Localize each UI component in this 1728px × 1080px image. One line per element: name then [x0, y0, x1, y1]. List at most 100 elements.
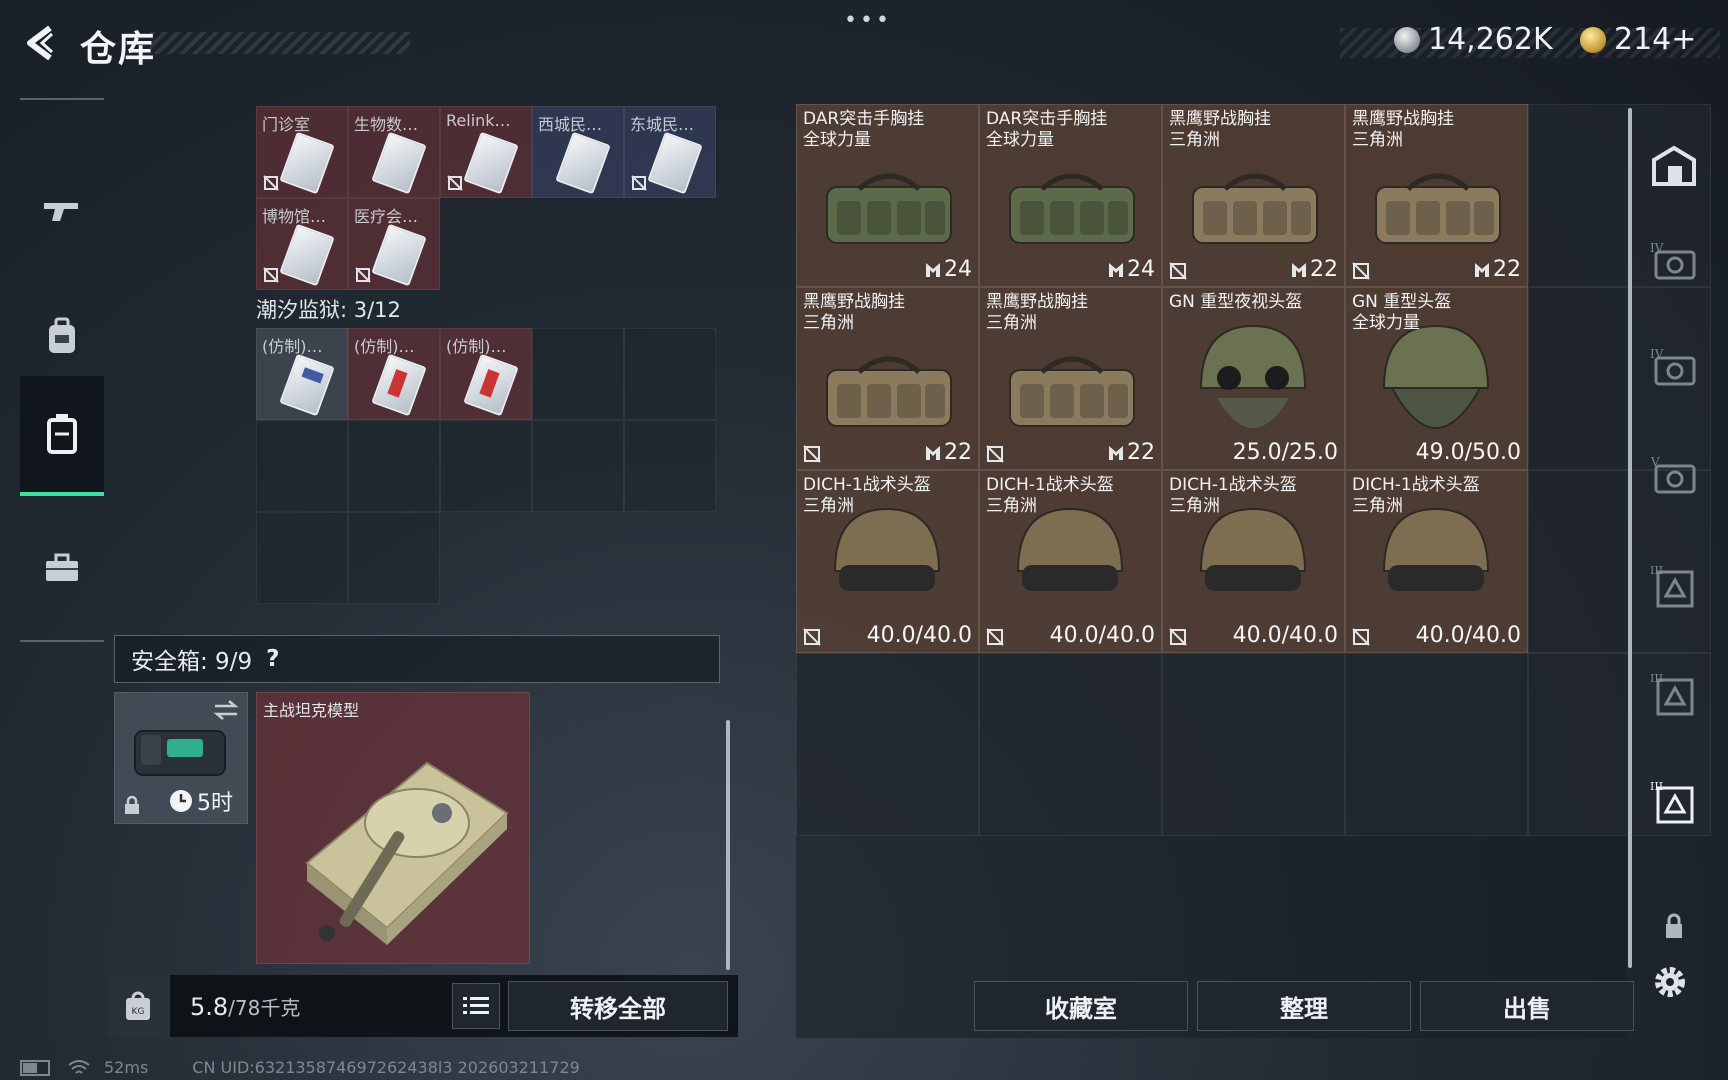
gold-currency-value: 214+ [1614, 22, 1697, 57]
safebox-header: 安全箱: 9/9 ? [114, 635, 720, 683]
back-arrow-icon[interactable] [22, 24, 58, 62]
list-view-button[interactable] [452, 983, 500, 1029]
prison-keycard-slot[interactable]: (仿制)… [256, 328, 348, 420]
stash-item[interactable]: GN 重型夜视头盔 25.0/25.0 [1162, 287, 1345, 470]
stash-item[interactable]: DICH-1战术头盔 三角洲 40.0/40.0 [1162, 470, 1345, 653]
chest-rig-image [1375, 173, 1501, 244]
stash-tab-main-icon[interactable] [1648, 140, 1700, 192]
keycard-slot[interactable]: 生物数… [348, 106, 440, 198]
stash-tab-III-2-icon[interactable]: III [1648, 670, 1700, 722]
empty-slot[interactable] [348, 512, 440, 604]
weight-max: /78千克 [228, 995, 301, 1020]
empty-stash-slot[interactable] [1345, 653, 1528, 836]
capacity-icon [1475, 262, 1489, 277]
no-drop-icon [631, 175, 647, 191]
capacity-icon [926, 445, 940, 460]
left-category-nav [20, 98, 104, 642]
keycard-slot[interactable]: 门诊室 [256, 106, 348, 198]
stash-item-value-text: 24 [1127, 257, 1155, 282]
stash-item-name: DAR突击手胸挂 全球力量 [803, 109, 925, 150]
empty-slot[interactable] [256, 420, 348, 512]
prison-keycard-grid: (仿制)… (仿制)… (仿制)… [256, 328, 716, 604]
organize-button[interactable]: 整理 [1197, 981, 1411, 1031]
stash-tab-III-3-icon[interactable]: III [1648, 778, 1700, 830]
safebox-container[interactable]: 5时 [114, 692, 248, 824]
empty-slot[interactable] [532, 420, 624, 512]
svg-text:KG: KG [132, 1007, 145, 1017]
collection-room-button[interactable]: 收藏室 [974, 981, 1188, 1031]
stash-item-value-text: 22 [1127, 440, 1155, 465]
stash-scrollbar[interactable] [1628, 108, 1632, 968]
nav-weapons[interactable] [20, 150, 104, 270]
empty-slot[interactable] [256, 512, 348, 604]
weight-lock-button[interactable]: KG [106, 975, 170, 1037]
stash-item[interactable]: GN 重型头盔 全球力量 49.0/50.0 [1345, 287, 1528, 470]
swap-icon[interactable] [213, 699, 239, 721]
empty-stash-slot[interactable] [1162, 653, 1345, 836]
stash-item[interactable]: DAR突击手胸挂 全球力量 24 [796, 104, 979, 287]
prison-keycard-slot[interactable]: (仿制)… [440, 328, 532, 420]
stash-tab-V-icon[interactable]: V [1648, 452, 1700, 504]
nav-chest-rig[interactable] [20, 376, 104, 496]
chest-rig-image [1009, 173, 1135, 244]
keycard-icon [647, 131, 703, 195]
capacity-icon [926, 262, 940, 277]
capacity-icon [1109, 262, 1123, 277]
no-drop-icon [263, 175, 279, 191]
keycard-label: 门诊室 [262, 115, 311, 134]
prison-section-label: 潮汐监狱: 3/12 [256, 298, 401, 322]
stash-item[interactable]: DAR突击手胸挂 全球力量 24 [979, 104, 1162, 287]
empty-stash-slot[interactable] [979, 653, 1162, 836]
stash-item[interactable]: DICH-1战术头盔 三角洲 40.0/40.0 [979, 470, 1162, 653]
stash-item[interactable]: 黑鹰野战胸挂 三角洲 22 [979, 287, 1162, 470]
safebox-timer-value: 5时 [197, 791, 233, 816]
stash-item[interactable]: 黑鹰野战胸挂 三角洲 22 [1162, 104, 1345, 287]
stash-item-name: 黑鹰野战胸挂 三角洲 [1352, 109, 1454, 150]
stash-item[interactable]: 黑鹰野战胸挂 三角洲 22 [796, 287, 979, 470]
empty-stash-slot[interactable] [796, 653, 979, 836]
keycard-slot[interactable]: 医疗会… [348, 198, 440, 290]
keycard-grid: 门诊室 生物数… Relink… 西城民… 东城民… 博物馆… 医疗会… [256, 106, 716, 290]
helmet-image [1199, 507, 1307, 591]
settings-gear-icon[interactable] [1650, 962, 1690, 1002]
keycard-slot[interactable]: 博物馆… [256, 198, 348, 290]
left-scrollbar[interactable] [726, 720, 730, 970]
help-icon[interactable]: ? [266, 646, 279, 672]
menu-dots-button[interactable]: ••• [844, 8, 892, 33]
stash-tab-IV-1-icon[interactable]: IV [1648, 238, 1700, 290]
prison-keycard-slot[interactable]: (仿制)… [348, 328, 440, 420]
list-icon [463, 997, 489, 1014]
stash-item-name: 黑鹰野战胸挂 三角洲 [986, 292, 1088, 333]
keycard-slot[interactable]: 西城民… [532, 106, 624, 198]
keycard-slot[interactable]: Relink… [440, 106, 532, 198]
stash-item-value-text: 22 [1493, 257, 1521, 282]
gold-coin-icon [1580, 26, 1606, 53]
svg-text:IV: IV [1650, 347, 1664, 361]
stash-item[interactable]: DICH-1战术头盔 三角洲 40.0/40.0 [796, 470, 979, 653]
transfer-all-button[interactable]: 转移全部 [508, 981, 728, 1031]
stash-item[interactable]: 黑鹰野战胸挂 三角洲 22 [1345, 104, 1528, 287]
stash-tab-III-1-icon[interactable]: III [1648, 562, 1700, 614]
empty-slot[interactable] [440, 420, 532, 512]
stash-tab-IV-2-icon[interactable]: IV [1648, 344, 1700, 396]
empty-slot[interactable] [624, 328, 716, 420]
keycard-slot[interactable]: 东城民… [624, 106, 716, 198]
stash-item-value: 22 [1473, 257, 1521, 282]
no-drop-icon [1352, 262, 1370, 280]
stash-item-name: DICH-1战术头盔 三角洲 [1169, 475, 1297, 516]
empty-slot[interactable] [624, 420, 716, 512]
sell-button[interactable]: 出售 [1420, 981, 1634, 1031]
status-bar: 52ms CN UID:632135874697262438l3 2026032… [20, 1058, 580, 1077]
stash-item-value-text: 49.0/50.0 [1415, 440, 1521, 465]
lock-icon[interactable] [1648, 900, 1700, 952]
capacity-icon [1292, 262, 1306, 277]
user-uid: CN UID:632135874697262438l3 202603211729 [192, 1058, 580, 1077]
gold-currency[interactable]: 214+ [1580, 22, 1696, 57]
stash-item[interactable]: DICH-1战术头盔 三角洲 40.0/40.0 [1345, 470, 1528, 653]
tank-model-item[interactable]: 主战坦克模型 [256, 692, 530, 964]
stash-item-value: 40.0/40.0 [867, 623, 972, 648]
empty-slot[interactable] [532, 328, 624, 420]
no-drop-icon [803, 628, 821, 646]
nav-briefcase[interactable] [20, 508, 104, 628]
empty-slot[interactable] [348, 420, 440, 512]
